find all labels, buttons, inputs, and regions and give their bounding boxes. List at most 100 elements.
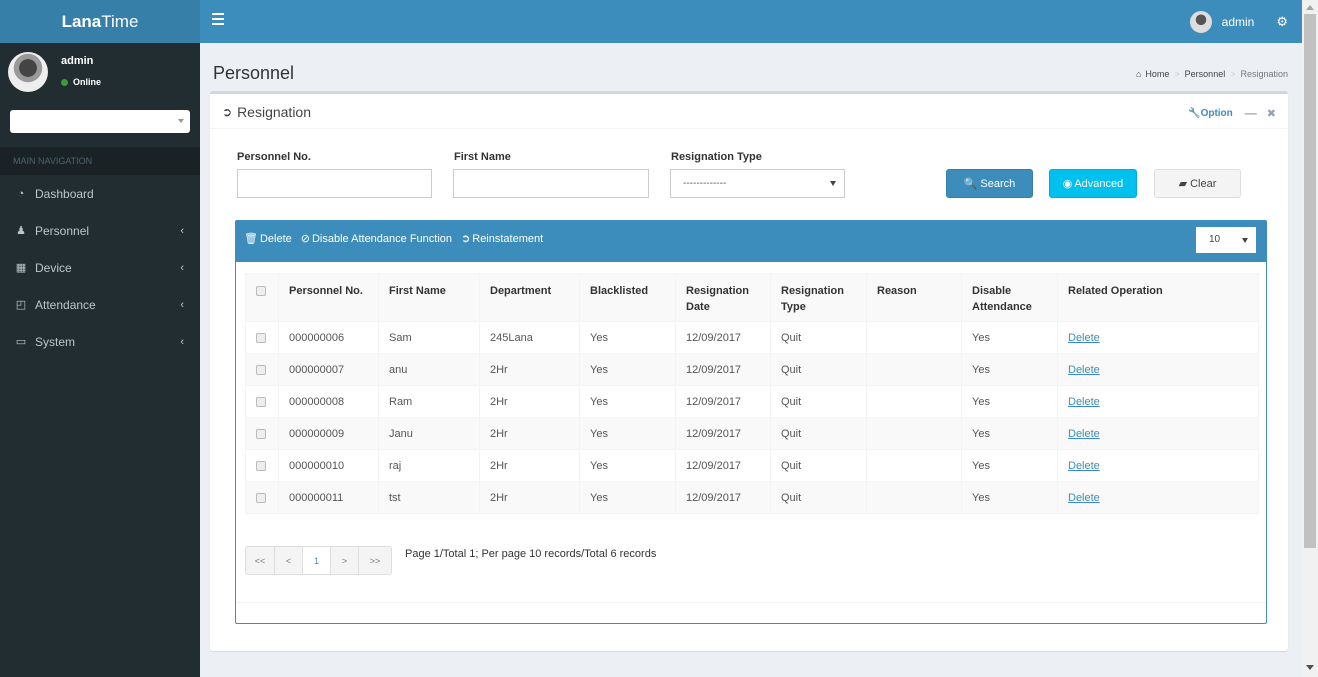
dashboard-icon: ◔ <box>17 187 25 200</box>
table-row: 000000008 Ram 2Hr Yes 12/09/2017 Quit Yes Delet… <box>245 385 1259 418</box>
user-avatar[interactable] <box>1189 10 1212 33</box>
resignation-type-label: Resignation Type <box>671 151 762 163</box>
row-checkbox[interactable] <box>256 364 266 375</box>
collapse-icon[interactable]: — <box>1245 106 1257 120</box>
col-resignation-type[interactable]: Resignation Type <box>770 273 867 322</box>
last-page-button[interactable]: >> <box>358 546 392 575</box>
related-operation-cell: Delete <box>1057 385 1259 418</box>
advanced-button[interactable]: ◉ Advanced <box>1049 169 1137 198</box>
blacklisted-cell: Yes <box>579 417 676 450</box>
reinstatement-action[interactable]: ➲ Reinstatement <box>461 232 543 246</box>
table-row: 000000010 raj 2Hr Yes 12/09/2017 Quit Yes Delet… <box>245 449 1259 482</box>
scroll-thumb[interactable] <box>1304 14 1316 548</box>
sidebar-item-attendance[interactable]: ◰ Attendance ‹ <box>0 286 200 323</box>
col-reason[interactable]: Reason <box>866 273 962 322</box>
sidebar-search-select[interactable] <box>10 110 190 133</box>
disable-attendance-cell: Yes <box>961 353 1058 386</box>
app-logo[interactable]: LanaTime <box>0 0 200 43</box>
search-button[interactable]: 🔍 Search <box>946 169 1033 198</box>
row-delete-link[interactable]: Delete <box>1068 364 1100 376</box>
scroll-up-icon[interactable] <box>1306 5 1314 10</box>
col-resignation-date[interactable]: Resignation Date <box>675 273 771 322</box>
row-checkbox[interactable] <box>256 396 266 407</box>
user-panel: admin Online <box>0 43 200 105</box>
breadcrumb-personnel[interactable]: Personnel <box>1185 69 1226 79</box>
personnel-no-cell: 000000007 <box>278 353 379 386</box>
col-personnel-no[interactable]: Personnel No. <box>278 273 379 322</box>
breadcrumb-separator: > <box>1230 69 1236 79</box>
resignation-type-cell: Quit <box>770 353 867 386</box>
row-delete-link[interactable]: Delete <box>1068 460 1100 472</box>
first-page-button[interactable]: << <box>245 546 275 575</box>
row-delete-link[interactable]: Delete <box>1068 492 1100 504</box>
row-checkbox[interactable] <box>256 428 266 439</box>
page-size-select[interactable]: 10 <box>1196 227 1256 253</box>
personnel-no-cell: 000000006 <box>278 321 379 354</box>
delete-action[interactable]: 🗑 Delete <box>244 232 292 246</box>
reason-cell <box>866 449 962 482</box>
sidebar-item-personnel[interactable]: ♟ Personnel ‹ <box>0 212 200 249</box>
personnel-no-cell: 000000008 <box>278 385 379 418</box>
sidebar-item-label: System <box>35 334 76 349</box>
first-name-cell: raj <box>378 449 480 482</box>
row-checkbox[interactable] <box>256 492 266 503</box>
row-select-cell <box>245 481 279 514</box>
content-wrapper: Personnel ⌂ Home > Personnel > Resignati… <box>200 43 1302 677</box>
sidebar-item-label: Personnel <box>35 223 90 238</box>
blacklisted-cell: Yes <box>579 481 676 514</box>
sidebar-item-device[interactable]: ▦ Device ‹ <box>0 249 200 286</box>
box-tools: 🔧Option — ✖ <box>1188 106 1276 120</box>
prev-page-button[interactable]: < <box>274 546 303 575</box>
department-cell: 2Hr <box>479 481 580 514</box>
close-icon[interactable]: ✖ <box>1267 107 1276 120</box>
row-checkbox[interactable] <box>256 332 266 343</box>
row-checkbox[interactable] <box>256 460 266 471</box>
breadcrumb-home[interactable]: Home <box>1145 69 1169 79</box>
gears-icon[interactable]: ⚙ <box>1276 14 1288 30</box>
box-title: ➲ Resignation <box>222 104 311 120</box>
first-name-cell: tst <box>378 481 480 514</box>
sidebar-item-label: Device <box>35 260 72 275</box>
sidebar-item-dashboard[interactable]: ◔ Dashboard <box>0 175 200 212</box>
page-scrollbar[interactable] <box>1302 0 1318 677</box>
current-page-button[interactable]: 1 <box>302 546 331 575</box>
resignation-type-cell: Quit <box>770 385 867 418</box>
caret-down-icon <box>1242 238 1248 243</box>
scroll-down-icon[interactable] <box>1306 665 1314 670</box>
col-related-operation: Related Operation <box>1057 273 1259 322</box>
pagination: << < 1 > >> <box>245 546 392 575</box>
resignation-type-cell: Quit <box>770 417 867 450</box>
resignation-type-cell: Quit <box>770 449 867 482</box>
row-delete-link[interactable]: Delete <box>1068 396 1100 408</box>
col-first-name[interactable]: First Name <box>378 273 480 322</box>
resignation-type-select[interactable]: ------------- <box>670 169 845 198</box>
personnel-no-input[interactable] <box>237 169 432 198</box>
disable-attendance-cell: Yes <box>961 417 1058 450</box>
table-row: 000000011 tst 2Hr Yes 12/09/2017 Quit Yes Delet… <box>245 481 1259 514</box>
blacklisted-cell: Yes <box>579 321 676 354</box>
resignation-date-cell: 12/09/2017 <box>675 481 771 514</box>
next-page-button[interactable]: > <box>330 546 359 575</box>
col-blacklisted[interactable]: Blacklisted <box>579 273 676 322</box>
disable-attendance-cell: Yes <box>961 385 1058 418</box>
sticky-note-icon: ◰ <box>15 298 27 311</box>
clear-button[interactable]: ▰ Clear <box>1154 169 1241 198</box>
reason-cell <box>866 417 962 450</box>
col-department[interactable]: Department <box>479 273 580 322</box>
sidebar-toggle-icon[interactable] <box>212 13 224 25</box>
department-cell: 2Hr <box>479 449 580 482</box>
user-menu-name[interactable]: admin <box>1222 15 1255 29</box>
col-disable-attendance[interactable]: Disable Attendance <box>961 273 1058 322</box>
first-name-input[interactable] <box>453 169 649 198</box>
sidebar-item-label: Attendance <box>35 297 96 312</box>
select-all-checkbox[interactable] <box>256 286 266 297</box>
sidebar-item-system[interactable]: ▭ System ‹ <box>0 323 200 360</box>
option-button[interactable]: 🔧Option <box>1188 108 1233 119</box>
action-toolbar: 🗑 Delete ⊘ Disable Attendance Function ➲ Re… <box>244 232 552 246</box>
nav-header: MAIN NAVIGATION <box>0 147 200 175</box>
disable-attendance-action[interactable]: ⊘ Disable Attendance Function <box>301 232 452 246</box>
row-delete-link[interactable]: Delete <box>1068 332 1100 344</box>
chevron-left-icon: ‹ <box>180 298 184 311</box>
row-delete-link[interactable]: Delete <box>1068 428 1100 440</box>
select-all-header <box>245 273 279 322</box>
